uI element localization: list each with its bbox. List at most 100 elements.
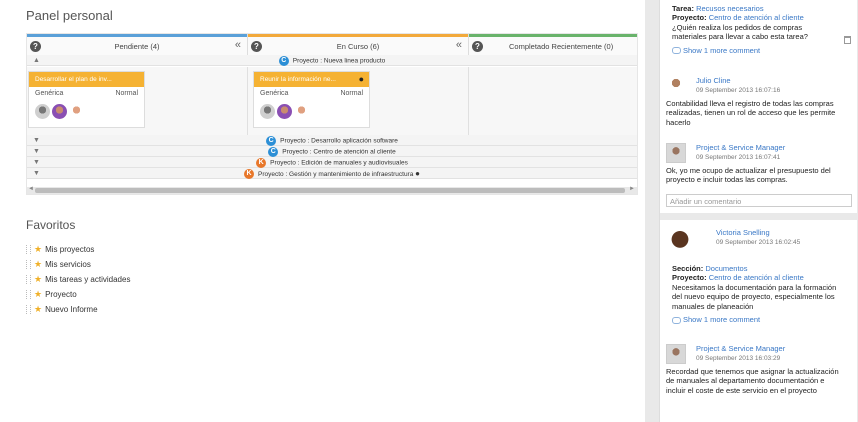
lane-header[interactable]: ▲ C Proyecto : Nueva linea producto — [27, 55, 637, 66]
card-priority: Normal — [340, 90, 363, 97]
task-link[interactable]: Recusos necesarios — [696, 4, 764, 13]
section-link[interactable]: Documentos — [705, 264, 747, 273]
task-card[interactable]: Reunir la información ne... ● Genérica Nor… — [253, 71, 370, 128]
post-author[interactable]: Victoria Snelling — [716, 228, 770, 237]
card-title[interactable]: Reunir la información ne... — [260, 76, 336, 83]
column-color-bar — [248, 34, 468, 37]
drag-handle-icon[interactable] — [26, 290, 31, 300]
lane-name: Proyecto : Nueva linea producto — [292, 57, 386, 65]
column-label: Pendiente (4) — [114, 42, 160, 51]
avatar[interactable] — [52, 104, 67, 120]
scrollbar-thumb[interactable] — [35, 188, 625, 193]
comment-author[interactable]: Julio Cline — [696, 76, 731, 85]
project-link[interactable]: Centro de atención al cliente — [709, 13, 804, 22]
card-title[interactable]: Desarrollar el plan de inv... — [29, 72, 144, 87]
star-icon: ★ — [34, 304, 43, 314]
field-label: Tarea: — [672, 4, 694, 13]
trash-icon[interactable] — [844, 36, 851, 44]
project-badge-icon: C — [278, 56, 289, 66]
feed-post: Tarea: Recusos necesarios Proyecto: Cent… — [666, 4, 852, 55]
scroll-left-icon[interactable]: ◄ — [28, 186, 34, 192]
drag-handle-icon[interactable] — [26, 245, 31, 255]
assignee-icon[interactable]: ● — [359, 74, 364, 84]
column-color-bar — [27, 34, 247, 37]
card-priority: Normal — [115, 90, 138, 97]
card-type: Genérica — [35, 90, 64, 97]
field-label: Proyecto: — [672, 273, 707, 283]
comment-icon — [672, 316, 681, 324]
field-label: Proyecto: — [672, 13, 707, 23]
lane-header[interactable]: ▼ C Proyecto : Desarrollo aplicación soft… — [27, 135, 637, 146]
favorite-item[interactable]: ★ Nuevo Informe — [26, 304, 130, 319]
scroll-right-icon[interactable]: ► — [629, 186, 635, 192]
favorite-label[interactable]: Proyecto — [45, 290, 77, 299]
avatar[interactable] — [260, 104, 275, 120]
comment-author[interactable]: Project & Service Manager — [696, 344, 785, 353]
task-card[interactable]: Desarrollar el plan de inv... Genérica No… — [28, 71, 145, 128]
comment: Project & Service Manager 09 September 2… — [666, 143, 852, 187]
comment-author[interactable]: Project & Service Manager — [696, 143, 785, 152]
favorite-item[interactable]: ★ Proyecto — [26, 289, 130, 304]
lane-header[interactable]: ▼ K Proyecto : Edición de manuales y audi… — [27, 157, 637, 168]
drag-handle-icon[interactable] — [26, 305, 31, 315]
comment-text: Contabilidad lleva el registro de todas … — [666, 99, 836, 127]
show-more-label[interactable]: Show 1 more comment — [683, 46, 760, 55]
card-type: Genérica — [260, 90, 289, 97]
lane-header[interactable]: ▼ K Proyecto : Gestión y mantenimiento de… — [27, 168, 637, 180]
post-text: Necesitamos la documentación para la for… — [672, 282, 837, 311]
lane-cell-completado — [469, 67, 637, 135]
show-more-comments[interactable]: Show 1 more comment — [672, 315, 852, 324]
help-icon[interactable]: ? — [472, 41, 483, 52]
star-icon: ★ — [34, 289, 43, 299]
lane-name: Proyecto : Centro de atención al cliente — [282, 148, 396, 156]
project-link[interactable]: Centro de atención al cliente — [709, 273, 804, 282]
show-more-comments[interactable]: Show 1 more comment — [672, 46, 852, 55]
drag-handle-icon[interactable] — [26, 260, 31, 270]
column-label: En Curso (6) — [336, 42, 380, 51]
avatar[interactable] — [666, 344, 686, 364]
avatar[interactable] — [35, 104, 50, 120]
page-title: Panel personal — [26, 8, 113, 23]
avatar[interactable] — [666, 228, 694, 258]
avatar[interactable] — [666, 76, 686, 96]
favorite-item[interactable]: ★ Mis tareas y actividades — [26, 274, 130, 289]
lane-header[interactable]: ▼ C Proyecto : Centro de atención al clie… — [27, 146, 637, 157]
comment-timestamp: 09 September 2013 16:03:29 — [696, 355, 781, 362]
drag-handle-icon[interactable] — [26, 275, 31, 285]
column-header-completado[interactable]: ? Completado Recientemente (0) — [469, 34, 637, 55]
activity-feed: Tarea: Recusos necesarios Proyecto: Cent… — [659, 0, 857, 422]
collapse-icon[interactable]: « — [456, 39, 462, 51]
comment-timestamp: 09 September 2013 16:07:16 — [696, 87, 781, 94]
kanban-board: ? Pendiente (4) « ? En Curso (6) « ? Com… — [26, 33, 638, 195]
show-more-label[interactable]: Show 1 more comment — [683, 315, 760, 324]
favorite-item[interactable]: ★ Mis servicios — [26, 259, 130, 274]
favorites-title: Favoritos — [26, 218, 76, 232]
favorite-label[interactable]: Mis servicios — [45, 260, 91, 269]
column-header-pendiente[interactable]: ? Pendiente (4) « — [27, 34, 248, 55]
column-color-bar — [469, 34, 637, 37]
avatar[interactable] — [294, 104, 309, 120]
lane-cell-en-curso: Reunir la información ne... ● Genérica Nor… — [248, 67, 469, 135]
column-header-en-curso[interactable]: ? En Curso (6) « — [248, 34, 469, 55]
main-panel: Panel personal ? Pendiente (4) « ? En Cu… — [0, 0, 645, 422]
person-icon[interactable]: ● — [415, 169, 420, 178]
favorite-item[interactable]: ★ Mis proyectos — [26, 244, 130, 259]
comment-icon — [672, 47, 681, 55]
project-badge-icon: C — [266, 136, 277, 146]
field-label: Sección: — [672, 264, 704, 273]
divider — [660, 213, 857, 220]
activity-sidebar: Tarea: Recusos necesarios Proyecto: Cent… — [645, 0, 858, 422]
avatar[interactable] — [69, 104, 84, 120]
avatar[interactable] — [277, 104, 292, 120]
comment-text: Ok, yo me ocupo de actualizar el presupu… — [666, 166, 831, 185]
sidebar-gutter — [645, 0, 659, 422]
project-badge-icon: K — [256, 158, 267, 168]
favorite-label[interactable]: Nuevo Informe — [45, 305, 97, 314]
star-icon: ★ — [34, 244, 43, 254]
avatar[interactable] — [666, 143, 686, 163]
collapse-icon[interactable]: « — [235, 39, 241, 51]
favorite-label[interactable]: Mis proyectos — [45, 245, 94, 254]
horizontal-scrollbar[interactable]: ◄ ► — [27, 186, 637, 194]
favorite-label[interactable]: Mis tareas y actividades — [45, 275, 130, 284]
comment-input[interactable]: Añadir un comentario — [666, 194, 852, 207]
